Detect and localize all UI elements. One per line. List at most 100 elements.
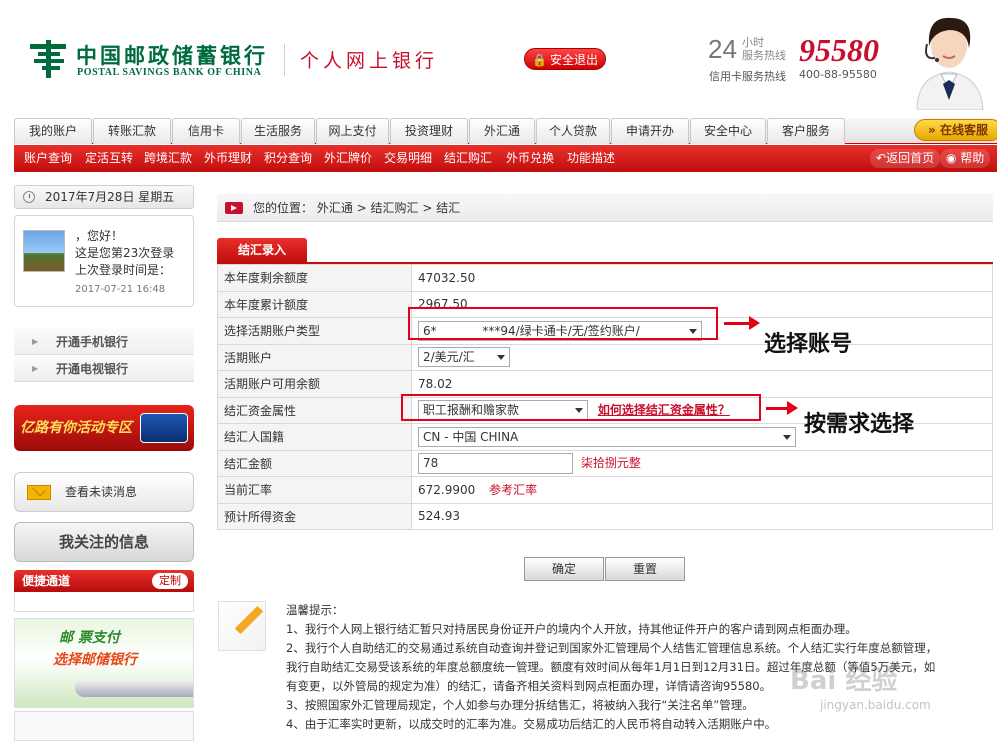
- confirm-button[interactable]: 确定: [524, 557, 604, 581]
- logout-label: 安全退出: [549, 53, 598, 67]
- my-follows-button[interactable]: 我关注的信息: [14, 522, 194, 562]
- expected-value: 524.93: [411, 502, 993, 530]
- quick-channel-label: 便捷通道: [22, 574, 71, 588]
- chevron-down-icon: [783, 434, 791, 440]
- unread-messages-button[interactable]: 查看未读消息: [14, 472, 194, 512]
- back-home-link[interactable]: ↶返回首页: [870, 149, 941, 168]
- current-date: 2017年7月28日 星期五: [14, 185, 194, 209]
- last-login-time: 2017-07-21 16:48: [75, 284, 166, 295]
- tab-apply[interactable]: 申请开办: [611, 118, 689, 144]
- reference-rate-link[interactable]: 参考汇率: [489, 483, 537, 497]
- rate-value: 672.9900: [418, 483, 476, 498]
- annotation-box-fund-attr: [401, 394, 761, 421]
- online-service-button[interactable]: » 在线客服: [914, 119, 997, 141]
- table-row: 预计所得资金 524.93: [217, 502, 993, 530]
- baidu-watermark-url: jingyan.baidu.com: [820, 698, 931, 712]
- tab-security[interactable]: 安全中心: [690, 118, 766, 144]
- hotline-small-2: 服务热线: [742, 49, 786, 62]
- envelope-icon: [27, 485, 51, 500]
- promo-banner[interactable]: 亿路有你活动专区: [14, 405, 194, 451]
- tab-my-account[interactable]: 我的账户: [14, 118, 92, 144]
- table-row: 结汇金额 78 柒拾捌元整: [217, 449, 993, 477]
- account-type-label: 选择活期账户类型: [217, 317, 412, 345]
- tab-transfer[interactable]: 转账汇款: [93, 118, 171, 144]
- card-icon: [140, 413, 188, 443]
- open-mobile-banking-link[interactable]: ▶ 开通手机银行: [14, 329, 194, 355]
- rate-label: 当前汇率: [217, 476, 412, 504]
- annotation-box-account: [408, 307, 718, 340]
- help-icon: ◉: [946, 151, 961, 165]
- hotline-number: 95580: [799, 32, 879, 68]
- customize-button[interactable]: 定制: [152, 573, 188, 589]
- sub-points-query[interactable]: 积分查询: [264, 145, 312, 172]
- breadcrumb-path[interactable]: 外汇通 > 结汇购汇 > 结汇: [317, 201, 460, 215]
- personal-banking-title: 个人网上银行: [300, 50, 439, 72]
- nationality-select[interactable]: CN - 中国 CHINA: [418, 426, 796, 447]
- bank-name-en: POSTAL SAVINGS BANK OF CHINA: [77, 67, 262, 78]
- sub-settlement-purchase[interactable]: 结汇购汇: [444, 145, 492, 172]
- login-count: 这是您第23次登录: [75, 246, 175, 260]
- tab-credit-card[interactable]: 信用卡: [172, 118, 240, 144]
- fund-attr-label: 结汇资金属性: [217, 396, 412, 424]
- credit-card-hotline-label: 信用卡服务热线: [709, 70, 786, 83]
- logout-button[interactable]: 🔒 安全退出: [524, 48, 606, 70]
- triangle-right-icon: ▶: [32, 337, 39, 346]
- tips-line-1: 1、我行个人网上银行结汇暂只对持居民身份证开户的境内个人开放，持其他证件开户的客…: [286, 622, 857, 636]
- settlement-entry-tab[interactable]: 结汇录入: [217, 238, 307, 262]
- sub-transaction-detail[interactable]: 交易明细: [384, 145, 432, 172]
- header-divider: [284, 44, 285, 76]
- last-login-label: 上次登录时间是：: [75, 263, 172, 277]
- sub-fixed-current[interactable]: 定活互转: [85, 145, 133, 172]
- used-quota-label: 本年度累计额度: [217, 290, 412, 318]
- sub-account-query[interactable]: 账户查询: [24, 145, 72, 172]
- breadcrumb: 您的位置： 外汇通 > 结汇购汇 > 结汇: [217, 194, 993, 222]
- annotation-select-account: 选择账号: [764, 332, 853, 357]
- remaining-quota-value: 47032.50: [411, 264, 993, 292]
- current-account-label: 活期账户: [217, 343, 412, 371]
- train-icon: [75, 679, 193, 697]
- back-icon: ↶: [876, 151, 887, 165]
- annotation-choose-as-needed: 按需求选择: [804, 412, 915, 437]
- reset-button[interactable]: 重置: [605, 557, 685, 581]
- amount-input[interactable]: 78: [418, 452, 573, 474]
- second-banner[interactable]: [14, 711, 194, 741]
- main-nav: 我的账户 转账汇款 信用卡 生活服务 网上支付 投资理财 外汇通 个人贷款 申请…: [14, 118, 997, 144]
- arrow-right-icon: [766, 401, 798, 415]
- greeting-block: ，您好！ 这是您第23次登录 上次登录时间是：: [75, 228, 174, 279]
- tab-investment[interactable]: 投资理财: [390, 118, 468, 144]
- expected-label: 预计所得资金: [217, 502, 412, 530]
- tab-online-payment[interactable]: 网上支付: [316, 118, 389, 144]
- rate-cell: 672.9900 参考汇率: [411, 476, 993, 504]
- current-account-select[interactable]: 2/美元/汇: [418, 347, 510, 368]
- mobile-banking-label: 开通手机银行: [56, 335, 129, 349]
- help-link[interactable]: ◉ 帮助: [940, 149, 991, 168]
- quick-channel-header: 便捷通道 定制: [14, 570, 194, 592]
- tips-line-2: 2、我行个人自助结汇的交易通过系统自动查询并登记到国家外汇管理局个人结售汇管理信…: [286, 641, 938, 655]
- nationality-value: CN - 中国 CHINA: [423, 429, 519, 444]
- tab-life-service[interactable]: 生活服务: [241, 118, 315, 144]
- tab-personal-loan[interactable]: 个人贷款: [536, 118, 610, 144]
- table-row: 本年度剩余额度 47032.50: [217, 264, 993, 292]
- chevron-right-icon: »: [928, 123, 940, 137]
- credit-card-hotline-number: 400-88-95580: [799, 68, 877, 81]
- user-info-box: ，您好！ 这是您第23次登录 上次登录时间是： 2017-07-21 16:48: [14, 215, 194, 307]
- tab-customer-service[interactable]: 客户服务: [767, 118, 845, 144]
- current-account-value: 2/美元/汇: [423, 350, 475, 365]
- sub-foreign-finance[interactable]: 外币理财: [204, 145, 252, 172]
- hotline-small-1: 小时: [742, 36, 764, 49]
- sub-cross-border[interactable]: 跨境汇款: [144, 145, 192, 172]
- triangle-right-icon: ▶: [32, 364, 39, 373]
- sub-currency-exchange[interactable]: 外币兑换: [506, 145, 554, 172]
- balance-label: 活期账户可用余额: [217, 370, 412, 398]
- stamp-payment-banner[interactable]: 邮 票支付 选择邮储银行: [14, 618, 194, 708]
- open-tv-banking-link[interactable]: ▶ 开通电视银行: [14, 356, 194, 382]
- current-account-cell: 2/美元/汇: [411, 343, 993, 371]
- amount-label: 结汇金额: [217, 449, 412, 477]
- tab-forex[interactable]: 外汇通: [469, 118, 535, 144]
- help-label: 帮助: [960, 151, 985, 165]
- sub-forex-rates[interactable]: 外汇牌价: [324, 145, 372, 172]
- sub-function-desc[interactable]: 功能描述: [567, 145, 615, 172]
- tips-title: 温馨提示：: [286, 603, 344, 617]
- promo-label: 亿路有你活动专区: [20, 420, 132, 436]
- psbc-logo-icon: [30, 40, 66, 78]
